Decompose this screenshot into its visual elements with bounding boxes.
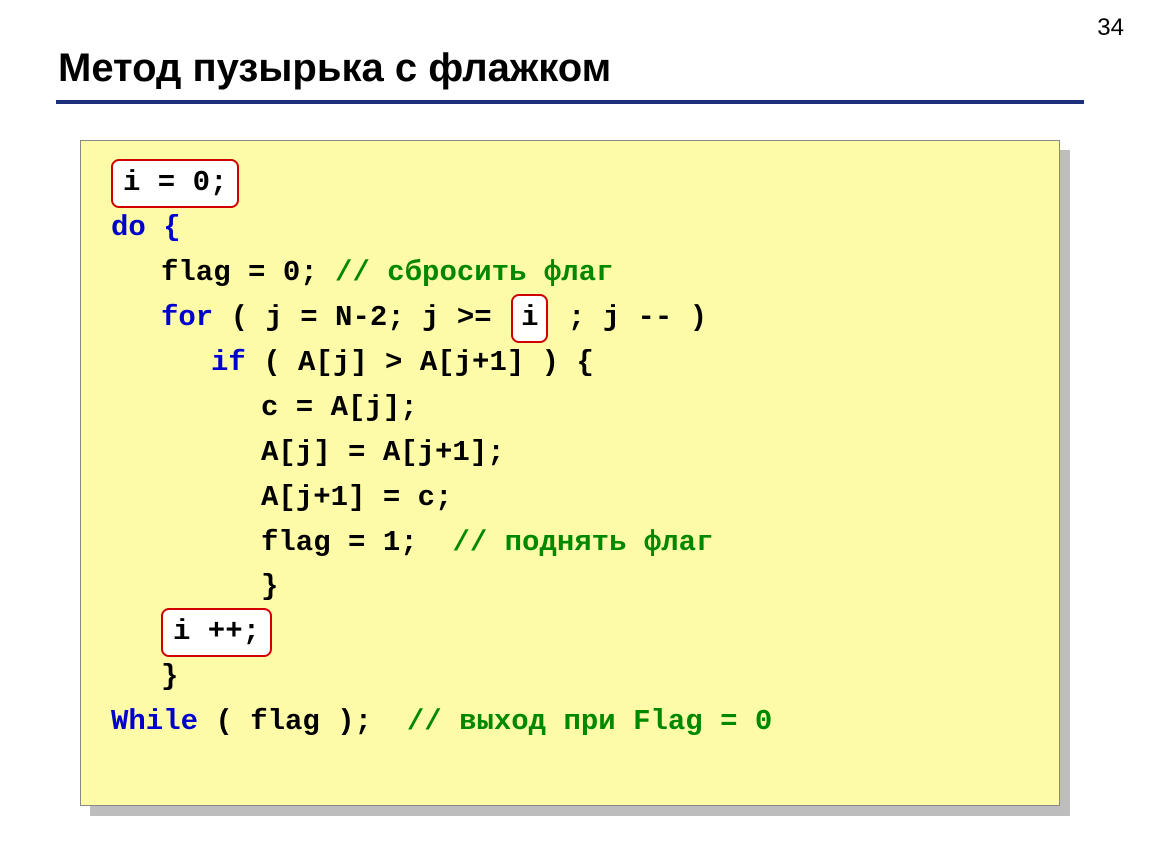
code-line-8: A[j+1] = с;	[111, 476, 1049, 521]
code-box: i = 0; do { flag = 0; // сбросить флаг f…	[80, 140, 1060, 806]
code-line-3: flag = 0; // сбросить флаг	[111, 251, 1049, 296]
code-line-12: }	[111, 655, 1049, 700]
kw-for: for	[161, 301, 213, 334]
text: flag = 1;	[261, 526, 452, 559]
text: ( j = N-2; j >=	[213, 301, 509, 334]
text: ; j -- )	[550, 301, 707, 334]
code-line-11: i ++;	[111, 610, 1049, 655]
code-line-7: A[j] = A[j+1];	[111, 431, 1049, 476]
comment: // сбросить флаг	[318, 256, 614, 289]
kw-while: While	[111, 705, 198, 738]
text: ( flag );	[198, 705, 407, 738]
text: do {	[111, 211, 181, 244]
highlight-init: i = 0;	[111, 159, 239, 208]
title-underline	[56, 100, 1084, 104]
highlight-inc: i ++;	[161, 608, 272, 657]
slide-title: Метод пузырька с флажком	[58, 46, 611, 91]
page-number: 34	[1097, 14, 1124, 42]
highlight-i: i	[511, 294, 548, 343]
code-line-13: While ( flag ); // выход при Flag = 0	[111, 700, 1049, 745]
slide: 34 Метод пузырька с флажком i = 0; do { …	[0, 0, 1150, 864]
comment: // выход при Flag = 0	[407, 705, 772, 738]
code-line-9: flag = 1; // поднять флаг	[111, 521, 1049, 566]
code-line-4: for ( j = N-2; j >= i ; j -- )	[111, 296, 1049, 341]
code-line-2: do {	[111, 206, 1049, 251]
code-line-6: с = A[j];	[111, 386, 1049, 431]
kw-if: if	[211, 346, 246, 379]
text: ( A[j] > A[j+1] ) {	[246, 346, 594, 379]
code-line-5: if ( A[j] > A[j+1] ) {	[111, 341, 1049, 386]
code-line-1: i = 0;	[111, 161, 1049, 206]
code-line-10: }	[111, 565, 1049, 610]
text: flag = 0;	[161, 256, 318, 289]
comment: // поднять флаг	[452, 526, 713, 559]
